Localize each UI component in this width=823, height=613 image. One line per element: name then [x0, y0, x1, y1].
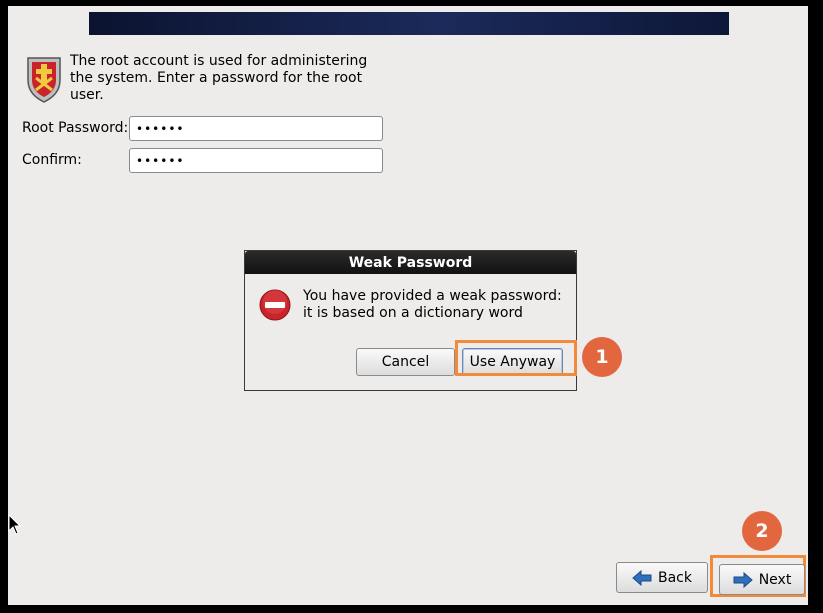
back-arrow-icon — [632, 569, 652, 586]
cancel-button[interactable]: Cancel — [356, 348, 455, 376]
dialog-title: Weak Password — [245, 251, 576, 274]
next-arrow-icon — [733, 571, 753, 588]
intro-text: The root account is used for administeri… — [70, 53, 368, 103]
back-button[interactable]: Back — [616, 562, 708, 593]
next-button[interactable]: Next — [719, 564, 805, 595]
step-1-badge: 1 — [582, 337, 622, 377]
next-label: Next — [758, 571, 792, 588]
root-password-input[interactable] — [129, 116, 383, 141]
dialog-message: You have provided a weak password: it is… — [303, 288, 562, 321]
mouse-cursor-icon — [8, 514, 22, 535]
stop-icon — [259, 289, 291, 321]
confirm-label: Confirm: — [22, 152, 82, 168]
header-banner — [89, 12, 729, 35]
highlight-use-anyway — [455, 340, 577, 376]
root-shield-icon — [27, 57, 61, 103]
confirm-password-input[interactable] — [129, 148, 383, 173]
back-label: Back — [658, 569, 692, 586]
root-password-label: Root Password: — [22, 120, 129, 136]
step-2-badge: 2 — [742, 511, 782, 551]
installer-window: The root account is used for administeri… — [8, 6, 808, 605]
